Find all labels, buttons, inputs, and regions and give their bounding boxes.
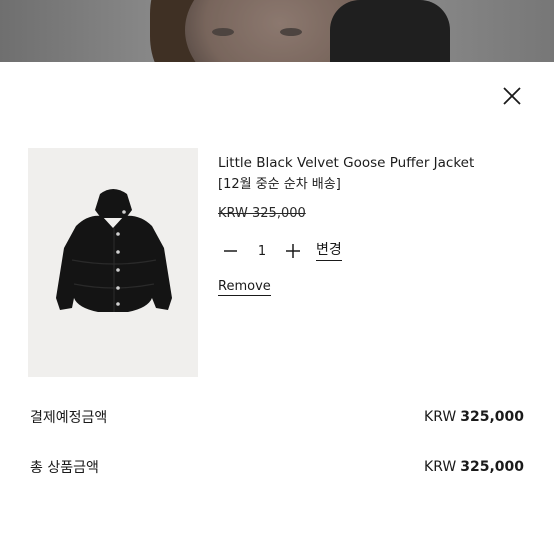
- quantity-value[interactable]: 1: [242, 244, 282, 259]
- minus-icon: [224, 250, 237, 252]
- original-price: KRW 325,000: [218, 206, 306, 221]
- product-title[interactable]: Little Black Velvet Goose Puffer Jacket: [218, 152, 538, 174]
- summary-label: 총 상품금액: [30, 460, 99, 476]
- shipping-note: [12월 중순 순차 배송]: [218, 177, 341, 192]
- close-icon: [503, 87, 521, 105]
- change-quantity-button[interactable]: 변경: [316, 241, 342, 261]
- background-product-photo: [0, 0, 554, 62]
- amount-value: 325,000: [460, 459, 524, 475]
- currency: KRW: [424, 409, 457, 425]
- summary-amount: KRW 325,000: [424, 459, 524, 475]
- currency: KRW: [424, 459, 457, 475]
- product-thumbnail[interactable]: [28, 148, 198, 377]
- quantity-stepper: 1 변경: [218, 239, 538, 263]
- summary-amount: KRW 325,000: [424, 409, 524, 425]
- product-info: Little Black Velvet Goose Puffer Jacket …: [218, 152, 538, 296]
- amount-value: 325,000: [460, 409, 524, 425]
- summary-row-product-total: 총 상품금액 KRW 325,000: [30, 442, 524, 492]
- summary-label: 결제예정금액: [30, 410, 108, 426]
- remove-button[interactable]: Remove: [218, 279, 271, 296]
- close-button[interactable]: [500, 84, 524, 108]
- order-summary: 결제예정금액 KRW 325,000 총 상품금액 KRW 325,000: [30, 392, 524, 492]
- increase-quantity-button[interactable]: [282, 240, 304, 262]
- jacket-image: [56, 189, 172, 312]
- decrease-quantity-button[interactable]: [220, 240, 242, 262]
- summary-row-expected-payment: 결제예정금액 KRW 325,000: [30, 392, 524, 442]
- plus-icon: [286, 244, 300, 258]
